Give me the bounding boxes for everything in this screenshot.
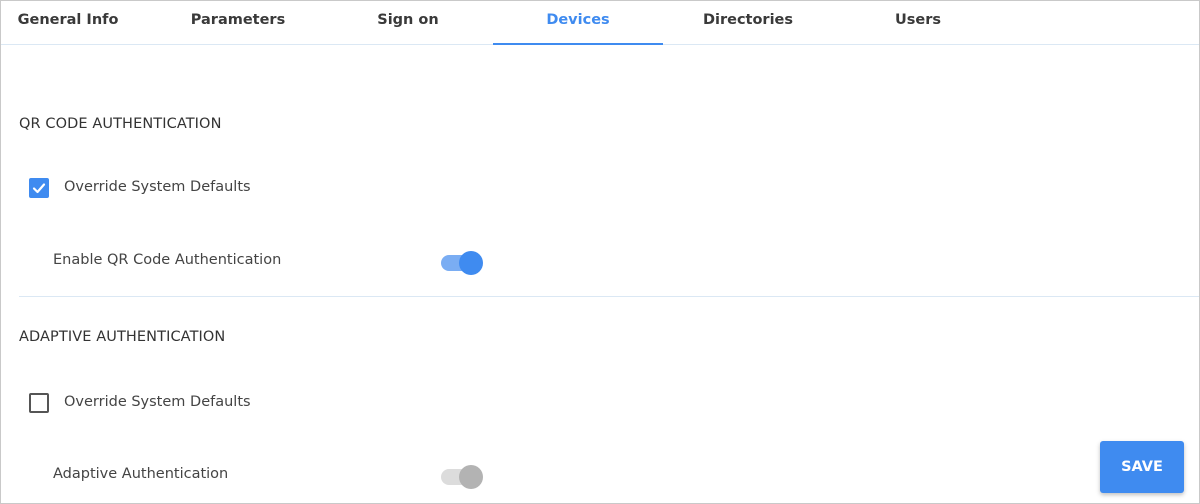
tab-directories[interactable]: Directories <box>663 1 833 44</box>
qr-enable-toggle[interactable] <box>441 250 483 276</box>
tab-parameters[interactable]: Parameters <box>153 1 323 44</box>
tab-label: Directories <box>702 12 794 28</box>
active-tab-indicator <box>493 43 663 45</box>
qr-override-label: Override System Defaults <box>64 179 251 195</box>
devices-settings-panel: General Info Parameters Sign on Devices … <box>0 0 1200 504</box>
tab-devices[interactable]: Devices <box>493 1 663 45</box>
qr-toggle-label: Enable QR Code Authentication <box>53 252 282 268</box>
tab-sign-on[interactable]: Sign on <box>323 1 493 44</box>
adaptive-override-label: Override System Defaults <box>64 394 251 410</box>
tab-label: Sign on <box>377 12 439 28</box>
qr-section-title: QR CODE AUTHENTICATION <box>19 116 222 132</box>
qr-override-checkbox[interactable] <box>29 178 49 198</box>
tab-users[interactable]: Users <box>833 1 1003 44</box>
toggle-thumb <box>459 251 483 275</box>
tab-label: Devices <box>546 12 610 28</box>
tab-bar: General Info Parameters Sign on Devices … <box>1 1 1199 45</box>
tab-label: Users <box>894 12 942 28</box>
adaptive-section-title: ADAPTIVE AUTHENTICATION <box>19 329 226 345</box>
tab-label: General Info <box>17 12 119 28</box>
check-icon <box>32 183 46 194</box>
adaptive-toggle-label: Adaptive Authentication <box>53 466 229 482</box>
adaptive-override-checkbox[interactable] <box>29 393 49 413</box>
tab-general-info[interactable]: General Info <box>1 1 135 44</box>
tab-label: Parameters <box>190 12 286 28</box>
adaptive-toggle[interactable] <box>441 464 483 490</box>
save-button[interactable]: SAVE <box>1100 441 1184 493</box>
section-divider <box>19 296 1199 297</box>
toggle-thumb <box>459 465 483 489</box>
